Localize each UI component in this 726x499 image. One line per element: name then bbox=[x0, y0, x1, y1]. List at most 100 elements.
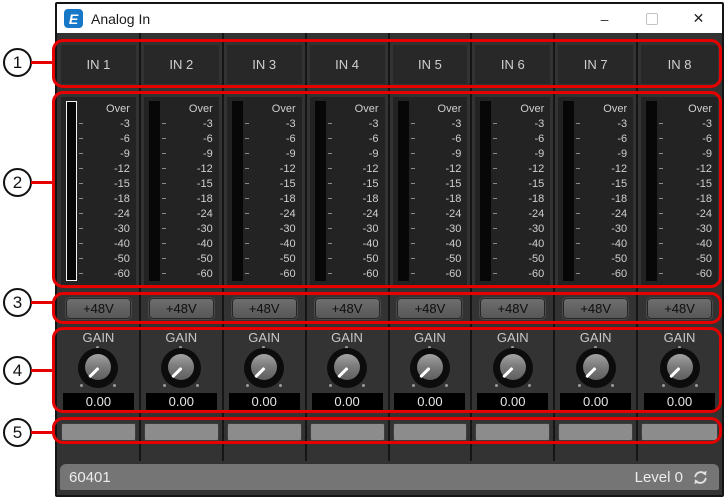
channel-strip-area: IN 1 Over -3 -6 -9 -12 -15 -18 -24 -30 -40 -50 -60 … bbox=[58, 33, 721, 461]
meter-scale: Over -3 -6 -9 -12 -15 -18 -24 -30 -40 -50 -60 bbox=[326, 101, 380, 281]
meter-scale-label: -12 bbox=[362, 162, 379, 175]
meter-scale-label: -30 bbox=[362, 222, 379, 235]
meter-scale: Over -3 -6 -9 -12 -15 -18 -24 -30 -40 -50 -60 bbox=[491, 101, 545, 281]
meter-scale-row: -50 bbox=[326, 251, 380, 266]
port-name-field[interactable] bbox=[558, 423, 634, 441]
meter-scale-label: -9 bbox=[617, 147, 628, 160]
level-meter: Over -3 -6 -9 -12 -15 -18 -24 -30 -40 -50 -60 bbox=[641, 97, 718, 286]
refresh-icon[interactable] bbox=[691, 468, 710, 487]
close-button[interactable]: ✕ bbox=[675, 4, 722, 33]
meter-scale-label: -6 bbox=[285, 132, 296, 145]
level-meter: Over -3 -6 -9 -12 -15 -18 -24 -30 -40 -50 -60 bbox=[143, 97, 219, 286]
meter-scale-row: -18 bbox=[574, 191, 628, 206]
meter-scale-label: Over bbox=[520, 102, 545, 115]
meter-scale-label: -40 bbox=[196, 237, 213, 250]
gain-knob[interactable] bbox=[658, 346, 702, 390]
meter-scale-row: -24 bbox=[657, 206, 713, 221]
meter-scale-label: -18 bbox=[279, 192, 296, 205]
phantom-power-button[interactable]: +48V bbox=[313, 297, 381, 320]
minimize-button[interactable]: – bbox=[581, 4, 628, 33]
meter-scale-row: -24 bbox=[77, 206, 131, 221]
gain-label: GAIN bbox=[414, 330, 446, 345]
meter-scale-label: -6 bbox=[368, 132, 379, 145]
meter-scale-label: -15 bbox=[528, 177, 545, 190]
phantom-power-button[interactable]: +48V bbox=[147, 297, 215, 320]
gain-knob[interactable] bbox=[159, 346, 203, 390]
gain-knob[interactable] bbox=[325, 346, 369, 390]
port-name-field[interactable] bbox=[61, 423, 136, 441]
knob-tick-max bbox=[113, 384, 117, 387]
gain-value-field[interactable]: 0.00 bbox=[228, 393, 300, 410]
meter-scale-label: -24 bbox=[362, 207, 379, 220]
knob-tick-min bbox=[661, 384, 665, 387]
meter-scale-row: Over bbox=[160, 101, 214, 116]
gain-label: GAIN bbox=[248, 330, 281, 345]
window-title: Analog In bbox=[91, 10, 151, 27]
port-name-field[interactable] bbox=[143, 423, 219, 441]
port-name-field[interactable] bbox=[475, 423, 551, 441]
meter-scale-row: -9 bbox=[574, 146, 628, 161]
meter-scale-row: Over bbox=[326, 101, 380, 116]
meter-scale-row: -30 bbox=[409, 221, 463, 236]
meter-scale-row: -12 bbox=[77, 161, 131, 176]
channel-column: IN 2 Over -3 -6 -9 -12 -15 -18 -24 -30 -40 -50 -60 … bbox=[141, 33, 224, 461]
phantom-power-button[interactable]: +48V bbox=[479, 297, 547, 320]
meter-scale-row: -3 bbox=[243, 116, 297, 131]
meter-scale: Over -3 -6 -9 -12 -15 -18 -24 -30 -40 -50 -60 bbox=[574, 101, 628, 281]
meter-scale-row: Over bbox=[657, 101, 713, 116]
meter-scale-label: -40 bbox=[279, 237, 296, 250]
meter-scale-label: -6 bbox=[451, 132, 462, 145]
annotation-circle-3: 3 bbox=[3, 288, 32, 317]
gain-value-field[interactable]: 0.00 bbox=[560, 393, 632, 410]
meter-scale-row: -3 bbox=[409, 116, 463, 131]
meter-scale-label: Over bbox=[188, 102, 213, 115]
meter-scale-label: -50 bbox=[113, 252, 130, 265]
gain-value-field[interactable]: 0.00 bbox=[62, 393, 134, 410]
phantom-power-button[interactable]: +48V bbox=[396, 297, 464, 320]
maximize-button[interactable] bbox=[628, 4, 675, 33]
annotation-line-1 bbox=[31, 61, 54, 64]
phantom-power-button[interactable]: +48V bbox=[646, 297, 714, 320]
meter-scale-label: -30 bbox=[113, 222, 130, 235]
meter-scale: Over -3 -6 -9 -12 -15 -18 -24 -30 -40 -50 -60 bbox=[243, 101, 297, 281]
meter-scale-label: -24 bbox=[279, 207, 296, 220]
gain-knob[interactable] bbox=[491, 346, 535, 390]
phantom-power-button[interactable]: +48V bbox=[230, 297, 298, 320]
gain-value-field[interactable]: 0.00 bbox=[145, 393, 217, 410]
meter-scale-label: -3 bbox=[120, 117, 130, 130]
gain-value-field[interactable]: 0.00 bbox=[644, 393, 716, 410]
port-name-field[interactable] bbox=[392, 423, 468, 441]
meter-bar bbox=[397, 101, 409, 281]
app-logo-icon: E bbox=[64, 9, 83, 28]
gain-knob[interactable] bbox=[574, 346, 618, 390]
gain-knob[interactable] bbox=[242, 346, 286, 390]
gain-value-field[interactable]: 0.00 bbox=[311, 393, 383, 410]
meter-scale-label: -12 bbox=[445, 162, 462, 175]
phantom-power-button[interactable]: +48V bbox=[562, 297, 630, 320]
port-name-field[interactable] bbox=[226, 423, 302, 441]
annotation-circle-1: 1 bbox=[3, 48, 32, 77]
meter-bar bbox=[148, 101, 160, 281]
status-bar: 60401 Level 0 bbox=[60, 464, 719, 490]
gain-knob[interactable] bbox=[76, 346, 120, 390]
meter-scale-row: -50 bbox=[409, 251, 463, 266]
meter-scale-label: -9 bbox=[702, 147, 712, 160]
gain-value-field[interactable]: 0.00 bbox=[394, 393, 466, 410]
meter-scale-label: -50 bbox=[611, 252, 628, 265]
meter-scale-label: -15 bbox=[445, 177, 462, 190]
port-name-field[interactable] bbox=[641, 423, 718, 441]
port-name-field[interactable] bbox=[309, 423, 385, 441]
channel-column: IN 6 Over -3 -6 -9 -12 -15 -18 -24 -30 -40 -50 -60 … bbox=[472, 33, 556, 461]
meter-scale-label: -40 bbox=[445, 237, 462, 250]
channel-column: IN 1 Over -3 -6 -9 -12 -15 -18 -24 -30 -40 -50 -60 … bbox=[58, 33, 141, 461]
meter-scale-row: -60 bbox=[326, 266, 380, 281]
meter-scale-row: -9 bbox=[491, 146, 545, 161]
meter-scale-label: -9 bbox=[451, 147, 462, 160]
phantom-power-button[interactable]: +48V bbox=[64, 297, 132, 320]
gain-value-field[interactable]: 0.00 bbox=[477, 393, 549, 410]
meter-scale-label: -9 bbox=[120, 147, 130, 160]
meter-scale-row: -12 bbox=[657, 161, 713, 176]
meter-scale-label: -15 bbox=[362, 177, 379, 190]
meter-scale-label: -12 bbox=[196, 162, 213, 175]
gain-knob[interactable] bbox=[408, 346, 452, 390]
